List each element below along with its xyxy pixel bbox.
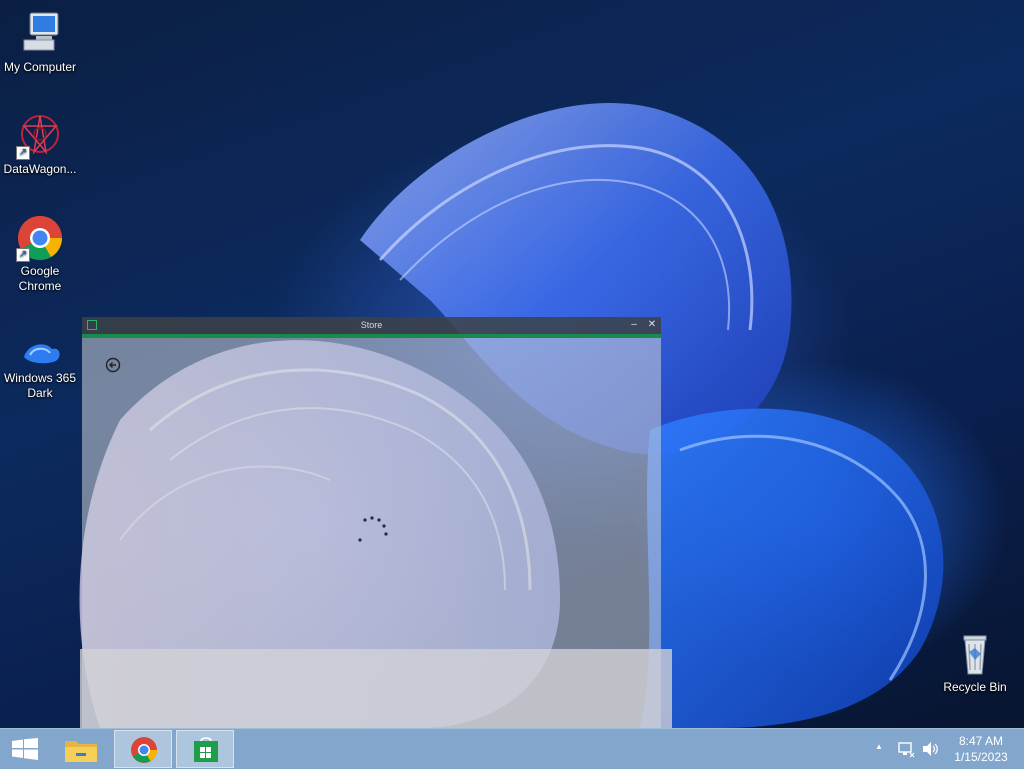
- windows-start-icon: [12, 738, 38, 765]
- desktop-icon-label: Google Chrome: [18, 264, 62, 293]
- clock-date: 1/15/2023: [954, 750, 1008, 764]
- desktop-icon-label: Windows 365 Dark: [3, 371, 77, 400]
- start-button[interactable]: [0, 730, 50, 768]
- taskbar-chrome[interactable]: [114, 730, 172, 768]
- clock-time: 8:47 AM: [958, 734, 1004, 748]
- store-titlebar[interactable]: Store – ✕: [82, 317, 661, 334]
- back-arrow-icon[interactable]: [105, 357, 121, 373]
- network-icon[interactable]: [897, 740, 915, 763]
- desktop-icon-label: My Computer: [3, 60, 77, 74]
- datawagon-icon: ↗: [16, 112, 64, 160]
- windows365-icon: [16, 335, 64, 369]
- window-title: Store: [360, 320, 383, 330]
- desktop: My Computer ↗ DataWagon... ↗ Google Chro…: [0, 0, 1024, 728]
- volume-icon[interactable]: [921, 740, 939, 763]
- chrome-icon: ↗: [16, 214, 64, 262]
- computer-icon: [16, 10, 64, 58]
- taskbar-store[interactable]: [176, 730, 234, 768]
- file-explorer-icon: [64, 736, 98, 769]
- desktop-icon-my-computer[interactable]: My Computer: [0, 10, 80, 75]
- taskbar: ▲ 8:47 AM 1/15/2023: [0, 728, 1024, 769]
- minimize-button[interactable]: –: [626, 317, 642, 334]
- store-icon: [193, 737, 219, 768]
- desktop-icon-datawagon[interactable]: ↗ DataWagon...: [0, 112, 80, 177]
- loading-spinner-icon: [354, 514, 390, 550]
- chrome-icon: [130, 736, 158, 769]
- tray-overflow-icon[interactable]: ▲: [875, 742, 883, 751]
- translucent-panel: [80, 649, 672, 728]
- desktop-icon-label: Recycle Bin: [943, 680, 1007, 694]
- desktop-icon-windows-365-dark[interactable]: Windows 365 Dark: [0, 335, 80, 401]
- desktop-icon-label: DataWagon...: [3, 162, 77, 176]
- taskbar-file-explorer[interactable]: [54, 730, 110, 768]
- shortcut-arrow-icon: ↗: [16, 146, 30, 160]
- desktop-icon-google-chrome[interactable]: ↗ Google Chrome: [0, 214, 80, 294]
- desktop-icon-recycle-bin[interactable]: Recycle Bin: [935, 630, 1015, 695]
- close-button[interactable]: ✕: [644, 317, 660, 334]
- recycle-bin-icon: [951, 630, 999, 678]
- shortcut-arrow-icon: ↗: [16, 248, 30, 262]
- clock[interactable]: 8:47 AM 1/15/2023: [944, 733, 1018, 765]
